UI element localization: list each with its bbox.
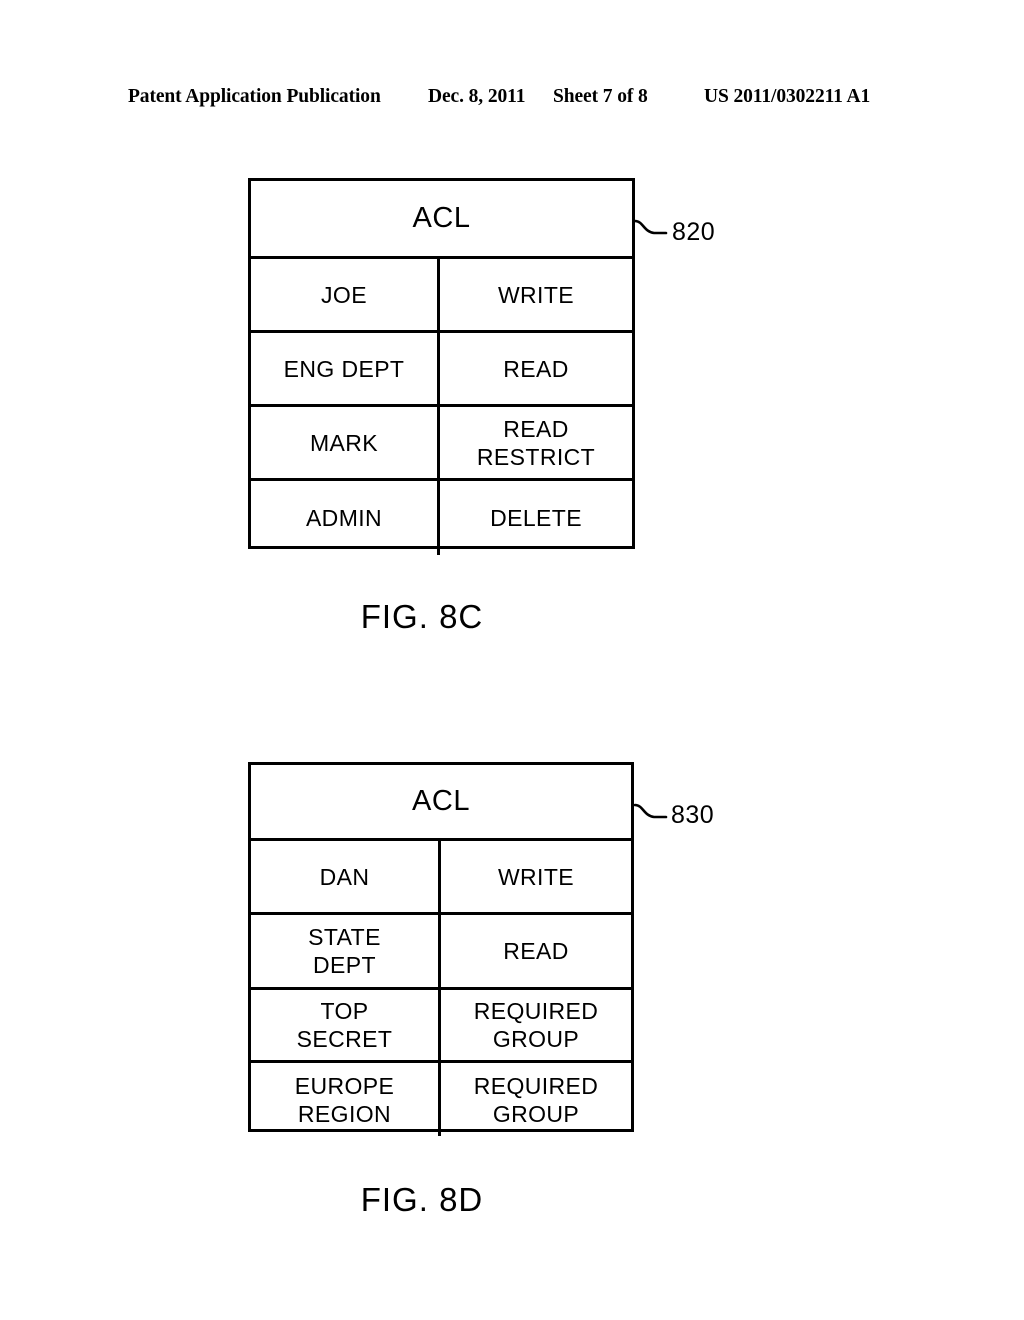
figure-caption-8d-text: FIG. 8D [360,1181,484,1218]
table-row: DAN WRITE [251,841,631,915]
table-row: EUROPE REGION REQUIRED GROUP [251,1063,631,1136]
acl-principal-cell: MARK [251,407,440,478]
acl-table-830-title: ACL [412,785,470,817]
reference-numeral-830: 830 [671,801,715,829]
acl-table-830-title-row: ACL [251,765,631,841]
figure-caption-8d: FIG. 8D [0,1183,1024,1216]
table-row: MARK READ RESTRICT [251,407,632,481]
acl-principal-cell: ADMIN [251,481,440,555]
acl-permission-cell: DELETE [490,505,582,531]
header-sheet-number: Sheet 7 of 8 [553,86,648,107]
acl-permission-cell: READ [503,355,569,382]
reference-numeral-820: 820 [672,218,716,246]
page-header: Patent Application Publication Dec. 8, 2… [0,86,1024,116]
table-row: JOE WRITE [251,259,632,333]
figure-caption-8c-text: FIG. 8C [360,598,484,635]
table-row: TOP SECRET REQUIRED GROUP [251,990,631,1063]
acl-permission-cell: WRITE [497,281,575,308]
acl-principal-cell: JOE [251,259,440,330]
acl-permission-cell: WRITE [497,863,575,890]
figure-caption-8c: FIG. 8C [0,600,1024,633]
acl-principal-cell: ENG DEPT [251,333,440,404]
acl-permission-cell: REQUIRED GROUP [473,998,599,1052]
acl-table-830: ACL DAN WRITE STATE DEPT READ TOP SECRET R… [248,762,634,1136]
acl-principal-cell: EUROPE REGION [251,1063,441,1136]
header-patent-number: US 2011/0302211 A1 [704,86,871,107]
table-row: STATE DEPT READ [251,915,631,990]
acl-table-820: ACL JOE WRITE ENG DEPT READ MARK READ RES… [248,178,635,555]
acl-table-820-title: ACL [412,202,471,234]
acl-principal-cell: TOP SECRET [251,990,441,1060]
acl-table-820-title-row: ACL [251,181,632,259]
acl-permission-cell: READ [503,938,569,964]
header-publication-label: Patent Application Publication [128,86,381,107]
table-row: ENG DEPT READ [251,333,632,407]
header-publication-date: Dec. 8, 2011 [428,86,526,107]
acl-permission-cell: REQUIRED GROUP [473,1072,599,1127]
acl-principal-cell: STATE DEPT [251,915,441,987]
acl-principal-cell: DAN [251,841,441,912]
acl-permission-cell: READ RESTRICT [476,415,596,470]
table-row: ADMIN DELETE [251,481,632,555]
